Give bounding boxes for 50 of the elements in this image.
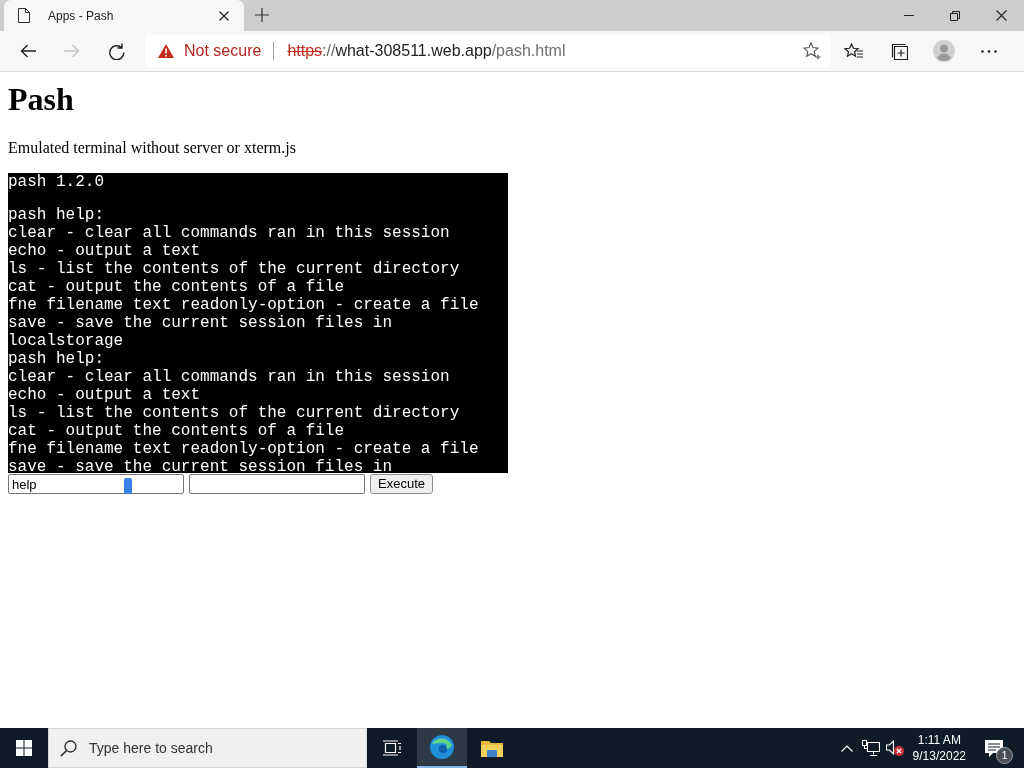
execute-button[interactable]: Execute bbox=[370, 474, 433, 494]
close-window-icon[interactable] bbox=[995, 10, 1007, 21]
star-plus-icon[interactable] bbox=[803, 42, 821, 60]
chevron-up-icon[interactable] bbox=[840, 744, 853, 752]
refresh-icon[interactable] bbox=[107, 42, 125, 60]
restore-icon[interactable] bbox=[950, 10, 960, 21]
address-bar[interactable]: Not secure https://what-308511.web.app/pash.html bbox=[145, 35, 831, 67]
terminal-line: echo - output a text bbox=[8, 242, 202, 260]
taskbar-search-field[interactable]: Type here to search bbox=[48, 728, 367, 768]
windows-logo-icon[interactable] bbox=[16, 740, 32, 756]
more-icon[interactable] bbox=[980, 49, 997, 53]
terminal-line: pash help: bbox=[8, 350, 105, 368]
cursor-marker-icon bbox=[124, 478, 132, 494]
warning-icon[interactable] bbox=[158, 44, 174, 58]
terminal-line: fne filename text readonly-option - create a file bbox=[8, 296, 480, 314]
new-tab-icon[interactable] bbox=[255, 8, 269, 22]
page-heading: Pash bbox=[8, 81, 75, 118]
wave-circle-icon bbox=[430, 735, 454, 759]
url-text[interactable]: https://what-308511.web.app/pash.html bbox=[287, 42, 803, 60]
task-view-icon bbox=[383, 740, 401, 756]
folder-icon bbox=[481, 739, 503, 757]
monitor-icon[interactable] bbox=[861, 740, 880, 756]
terminal-line: fne filename text readonly-option - create a file bbox=[8, 440, 480, 458]
terminal-line: echo - output a text bbox=[8, 386, 202, 404]
security-label[interactable]: Not secure bbox=[184, 42, 262, 60]
close-tab-icon[interactable] bbox=[219, 10, 229, 21]
document-icon bbox=[18, 8, 30, 23]
favorites-icon[interactable] bbox=[844, 43, 863, 59]
speaker-icon[interactable] bbox=[885, 740, 904, 756]
back-arrow-icon[interactable] bbox=[20, 44, 36, 58]
terminal-line: pash help: bbox=[8, 206, 105, 224]
description-text: Emulated terminal without server or xterm.js bbox=[8, 139, 297, 157]
collections-icon[interactable] bbox=[889, 42, 908, 60]
command-input[interactable]: help bbox=[8, 474, 184, 494]
terminal-line: clear - clear all commands ran in this session bbox=[8, 368, 451, 386]
clock-date[interactable]: 9/13/2022 bbox=[912, 748, 966, 764]
clock-time[interactable]: 1:11 AM bbox=[917, 732, 961, 748]
terminal-line: clear - clear all commands ran in this session bbox=[8, 224, 451, 242]
search-icon bbox=[60, 739, 77, 757]
taskbar-app-button[interactable] bbox=[417, 728, 467, 768]
terminal-line: ls - list the contents of the current directory bbox=[8, 260, 461, 278]
terminal-line: cat - output the contents of a file bbox=[8, 422, 346, 440]
terminal-line: ls - list the contents of the current directory bbox=[8, 404, 461, 422]
avatar-icon[interactable] bbox=[932, 40, 955, 62]
terminal-line: save - save the current session files in bbox=[8, 458, 394, 473]
argument-input[interactable] bbox=[189, 474, 365, 494]
terminal-line: cat - output the contents of a file bbox=[8, 278, 346, 296]
terminal-line: pash 1.2.0 bbox=[8, 173, 105, 191]
browser-tab[interactable]: Apps - Pash bbox=[4, 0, 244, 31]
notification-badge: 1 bbox=[996, 747, 1013, 764]
